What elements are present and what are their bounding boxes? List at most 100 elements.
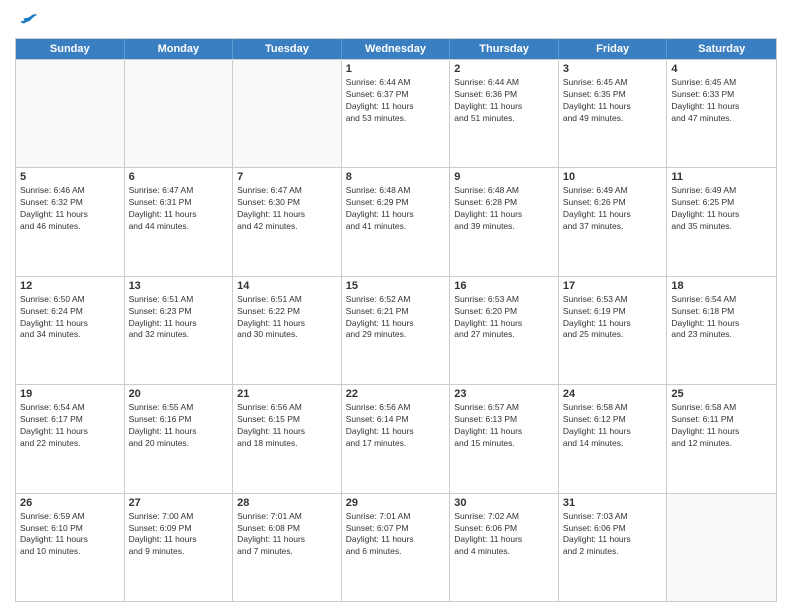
week-row-4: 26 Sunrise: 6:59 AM Sunset: 6:10 PM Dayli… [16, 493, 776, 601]
day-number: 15 [346, 280, 446, 292]
cal-cell-29: 29 Sunrise: 7:01 AM Sunset: 6:07 PM Dayli… [342, 494, 451, 601]
logo-bird-icon [17, 10, 37, 30]
day-info: Sunrise: 6:47 AM Sunset: 6:31 PM Dayligh… [129, 185, 229, 233]
day-info: Sunrise: 6:56 AM Sunset: 6:15 PM Dayligh… [237, 402, 337, 450]
page: SundayMondayTuesdayWednesdayThursdayFrid… [0, 0, 792, 612]
day-info: Sunrise: 7:01 AM Sunset: 6:08 PM Dayligh… [237, 511, 337, 559]
day-number: 12 [20, 280, 120, 292]
cal-cell-11: 11 Sunrise: 6:49 AM Sunset: 6:25 PM Dayli… [667, 168, 776, 275]
day-number: 13 [129, 280, 229, 292]
cal-cell-21: 21 Sunrise: 6:56 AM Sunset: 6:15 PM Dayli… [233, 385, 342, 492]
day-info: Sunrise: 6:44 AM Sunset: 6:37 PM Dayligh… [346, 77, 446, 125]
calendar-header: SundayMondayTuesdayWednesdayThursdayFrid… [16, 39, 776, 59]
day-info: Sunrise: 6:49 AM Sunset: 6:25 PM Dayligh… [671, 185, 772, 233]
day-info: Sunrise: 7:01 AM Sunset: 6:07 PM Dayligh… [346, 511, 446, 559]
cal-cell-4: 4 Sunrise: 6:45 AM Sunset: 6:33 PM Daylig… [667, 60, 776, 167]
day-info: Sunrise: 6:48 AM Sunset: 6:29 PM Dayligh… [346, 185, 446, 233]
day-number: 10 [563, 171, 663, 183]
day-info: Sunrise: 6:58 AM Sunset: 6:11 PM Dayligh… [671, 402, 772, 450]
day-number: 5 [20, 171, 120, 183]
day-info: Sunrise: 6:49 AM Sunset: 6:26 PM Dayligh… [563, 185, 663, 233]
cal-cell-1: 1 Sunrise: 6:44 AM Sunset: 6:37 PM Daylig… [342, 60, 451, 167]
cal-cell-24: 24 Sunrise: 6:58 AM Sunset: 6:12 PM Dayli… [559, 385, 668, 492]
calendar: SundayMondayTuesdayWednesdayThursdayFrid… [15, 38, 777, 602]
day-number: 6 [129, 171, 229, 183]
header-day-sunday: Sunday [16, 39, 125, 59]
day-info: Sunrise: 6:51 AM Sunset: 6:22 PM Dayligh… [237, 294, 337, 342]
header-day-tuesday: Tuesday [233, 39, 342, 59]
cal-cell-2: 2 Sunrise: 6:44 AM Sunset: 6:36 PM Daylig… [450, 60, 559, 167]
cal-cell-15: 15 Sunrise: 6:52 AM Sunset: 6:21 PM Dayli… [342, 277, 451, 384]
day-info: Sunrise: 6:57 AM Sunset: 6:13 PM Dayligh… [454, 402, 554, 450]
day-number: 26 [20, 497, 120, 509]
day-number: 25 [671, 388, 772, 400]
day-info: Sunrise: 6:56 AM Sunset: 6:14 PM Dayligh… [346, 402, 446, 450]
week-row-2: 12Sunrise: 6:50 AM Sunset: 6:24 PM Dayli… [16, 276, 776, 384]
day-number: 8 [346, 171, 446, 183]
cal-cell-empty-0-2 [233, 60, 342, 167]
day-number: 30 [454, 497, 554, 509]
cal-cell-28: 28 Sunrise: 7:01 AM Sunset: 6:08 PM Dayli… [233, 494, 342, 601]
day-info: Sunrise: 6:44 AM Sunset: 6:36 PM Dayligh… [454, 77, 554, 125]
cal-cell-5: 5 Sunrise: 6:46 AM Sunset: 6:32 PM Daylig… [16, 168, 125, 275]
cal-cell-30: 30Sunrise: 7:02 AM Sunset: 6:06 PM Dayli… [450, 494, 559, 601]
cal-cell-25: 25 Sunrise: 6:58 AM Sunset: 6:11 PM Dayli… [667, 385, 776, 492]
cal-cell-6: 6 Sunrise: 6:47 AM Sunset: 6:31 PM Daylig… [125, 168, 234, 275]
cal-cell-13: 13 Sunrise: 6:51 AM Sunset: 6:23 PM Dayli… [125, 277, 234, 384]
week-row-0: 1 Sunrise: 6:44 AM Sunset: 6:37 PM Daylig… [16, 59, 776, 167]
cal-cell-8: 8 Sunrise: 6:48 AM Sunset: 6:29 PM Daylig… [342, 168, 451, 275]
day-number: 17 [563, 280, 663, 292]
day-info: Sunrise: 6:54 AM Sunset: 6:18 PM Dayligh… [671, 294, 772, 342]
cal-cell-12: 12Sunrise: 6:50 AM Sunset: 6:24 PM Dayli… [16, 277, 125, 384]
day-number: 28 [237, 497, 337, 509]
day-info: Sunrise: 6:54 AM Sunset: 6:17 PM Dayligh… [20, 402, 120, 450]
day-info: Sunrise: 6:47 AM Sunset: 6:30 PM Dayligh… [237, 185, 337, 233]
cal-cell-31: 31Sunrise: 7:03 AM Sunset: 6:06 PM Dayli… [559, 494, 668, 601]
day-number: 4 [671, 63, 772, 75]
day-info: Sunrise: 6:55 AM Sunset: 6:16 PM Dayligh… [129, 402, 229, 450]
header [15, 10, 777, 30]
day-number: 1 [346, 63, 446, 75]
cal-cell-empty-4-6 [667, 494, 776, 601]
day-info: Sunrise: 6:45 AM Sunset: 6:33 PM Dayligh… [671, 77, 772, 125]
cal-cell-17: 17 Sunrise: 6:53 AM Sunset: 6:19 PM Dayli… [559, 277, 668, 384]
cal-cell-18: 18 Sunrise: 6:54 AM Sunset: 6:18 PM Dayli… [667, 277, 776, 384]
cal-cell-20: 20 Sunrise: 6:55 AM Sunset: 6:16 PM Dayli… [125, 385, 234, 492]
calendar-body: 1 Sunrise: 6:44 AM Sunset: 6:37 PM Daylig… [16, 59, 776, 601]
day-number: 29 [346, 497, 446, 509]
day-number: 22 [346, 388, 446, 400]
day-number: 19 [20, 388, 120, 400]
day-number: 2 [454, 63, 554, 75]
cal-cell-14: 14 Sunrise: 6:51 AM Sunset: 6:22 PM Dayli… [233, 277, 342, 384]
cal-cell-26: 26 Sunrise: 6:59 AM Sunset: 6:10 PM Dayli… [16, 494, 125, 601]
cal-cell-9: 9Sunrise: 6:48 AM Sunset: 6:28 PM Daylig… [450, 168, 559, 275]
cal-cell-empty-0-0 [16, 60, 125, 167]
week-row-3: 19 Sunrise: 6:54 AM Sunset: 6:17 PM Dayli… [16, 384, 776, 492]
day-number: 9 [454, 171, 554, 183]
cal-cell-3: 3Sunrise: 6:45 AM Sunset: 6:35 PM Daylig… [559, 60, 668, 167]
header-day-monday: Monday [125, 39, 234, 59]
cal-cell-19: 19 Sunrise: 6:54 AM Sunset: 6:17 PM Dayli… [16, 385, 125, 492]
header-day-friday: Friday [559, 39, 668, 59]
header-day-thursday: Thursday [450, 39, 559, 59]
day-info: Sunrise: 6:59 AM Sunset: 6:10 PM Dayligh… [20, 511, 120, 559]
day-number: 18 [671, 280, 772, 292]
day-info: Sunrise: 6:53 AM Sunset: 6:19 PM Dayligh… [563, 294, 663, 342]
cal-cell-16: 16Sunrise: 6:53 AM Sunset: 6:20 PM Dayli… [450, 277, 559, 384]
day-info: Sunrise: 6:52 AM Sunset: 6:21 PM Dayligh… [346, 294, 446, 342]
day-info: Sunrise: 7:00 AM Sunset: 6:09 PM Dayligh… [129, 511, 229, 559]
day-number: 21 [237, 388, 337, 400]
day-number: 27 [129, 497, 229, 509]
cal-cell-22: 22 Sunrise: 6:56 AM Sunset: 6:14 PM Dayli… [342, 385, 451, 492]
day-info: Sunrise: 6:53 AM Sunset: 6:20 PM Dayligh… [454, 294, 554, 342]
day-info: Sunrise: 6:51 AM Sunset: 6:23 PM Dayligh… [129, 294, 229, 342]
day-info: Sunrise: 6:46 AM Sunset: 6:32 PM Dayligh… [20, 185, 120, 233]
day-info: Sunrise: 6:58 AM Sunset: 6:12 PM Dayligh… [563, 402, 663, 450]
day-number: 20 [129, 388, 229, 400]
day-number: 31 [563, 497, 663, 509]
day-number: 14 [237, 280, 337, 292]
day-number: 11 [671, 171, 772, 183]
day-number: 24 [563, 388, 663, 400]
week-row-1: 5 Sunrise: 6:46 AM Sunset: 6:32 PM Daylig… [16, 167, 776, 275]
day-number: 23 [454, 388, 554, 400]
